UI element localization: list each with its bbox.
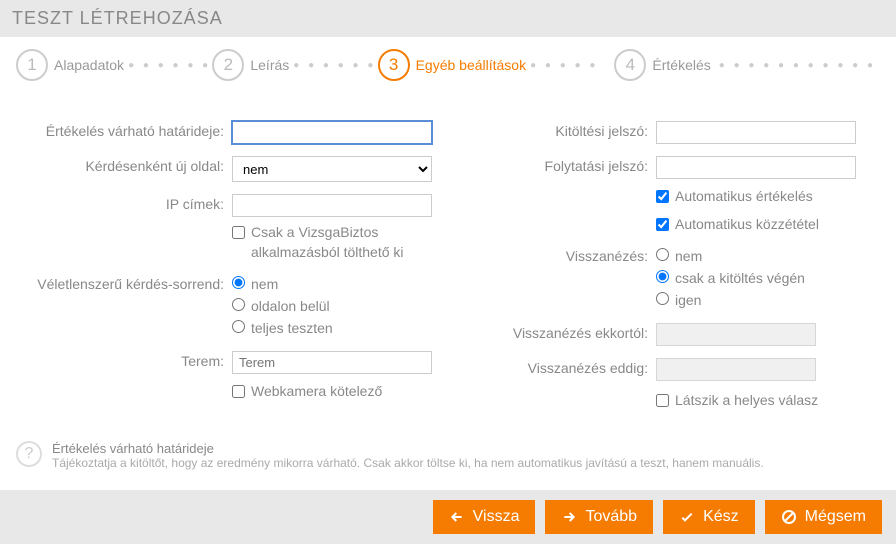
done-button[interactable]: Kész	[663, 500, 755, 534]
step-dots: ● ● ● ● ● ● ● ● ● ● ● ●	[289, 60, 377, 71]
random-radio-oldal[interactable]	[232, 298, 245, 311]
newpage-label: Kérdésenként új oldal:	[24, 156, 224, 174]
footer: Vissza Tovább Kész Mégsem	[0, 490, 896, 544]
arrow-right-icon	[561, 509, 577, 525]
lookback-opt-igen: igen	[675, 292, 701, 308]
step-dots: ● ● ● ● ●	[526, 60, 614, 71]
lookback-opt-nem: nem	[675, 248, 702, 264]
step-3-num: 3	[378, 49, 410, 81]
webcam-checkbox[interactable]	[232, 385, 245, 398]
lookback-radio-vegen[interactable]	[656, 270, 669, 283]
webcam-label: Webkamera kötelező	[251, 382, 382, 402]
password-label: Kitöltési jelszó:	[458, 121, 648, 139]
vizsgabiztos-label: Csak a VizsgaBiztos alkalmazásból tölthe…	[251, 223, 438, 262]
lookback-from-label: Visszanézés ekkortól:	[458, 323, 648, 341]
step-2-label: Leírás	[250, 57, 289, 73]
random-opt-teljes: teljes teszten	[251, 320, 333, 336]
form-area: Értékelés várható határideje: Kérdésenké…	[0, 93, 896, 431]
lookback-until-input	[656, 358, 816, 381]
continue-password-input[interactable]	[656, 156, 856, 179]
step-4-num: 4	[614, 49, 646, 81]
help-icon: ?	[16, 441, 42, 467]
cancel-button-label: Mégsem	[805, 508, 866, 526]
right-column: Kitöltési jelszó: Folytatási jelszó: Aut…	[458, 121, 872, 411]
lookback-radio-igen[interactable]	[656, 292, 669, 305]
step-dots: ● ● ● ● ● ● ● ● ●	[124, 60, 212, 71]
help-title: Értékelés várható határideje	[52, 441, 764, 456]
wizard-steps: 1 Alapadatok ● ● ● ● ● ● ● ● ● 2 Leírás …	[0, 37, 896, 93]
step-3[interactable]: 3 Egyéb beállítások	[378, 49, 527, 81]
step-2-num: 2	[212, 49, 244, 81]
random-radio-teljes[interactable]	[232, 320, 245, 333]
random-radio-group: nem oldalon belül teljes teszten	[232, 274, 438, 339]
newpage-select[interactable]: nem	[232, 156, 432, 182]
step-1-label: Alapadatok	[54, 57, 124, 73]
show-correct-checkbox[interactable]	[656, 394, 669, 407]
next-button-label: Tovább	[585, 508, 637, 526]
back-button[interactable]: Vissza	[433, 500, 536, 534]
lookback-label: Visszanézés:	[458, 246, 648, 264]
random-opt-nem: nem	[251, 276, 278, 292]
room-label: Terem:	[24, 351, 224, 369]
room-input[interactable]	[232, 351, 432, 374]
lookback-from-input	[656, 323, 816, 346]
continue-password-label: Folytatási jelszó:	[458, 156, 648, 174]
help-box: ? Értékelés várható határideje Tájékozta…	[0, 431, 896, 490]
deadline-label: Értékelés várható határideje:	[24, 121, 224, 139]
cancel-icon	[781, 509, 797, 525]
ip-label: IP címek:	[24, 194, 224, 212]
page-title: TESZT LÉTREHOZÁSA	[0, 0, 896, 37]
step-dots: ● ● ● ● ● ● ● ● ● ● ●	[711, 60, 880, 71]
arrow-left-icon	[449, 509, 465, 525]
vizsgabiztos-checkbox[interactable]	[232, 226, 245, 239]
check-icon	[679, 509, 695, 525]
step-1-num: 1	[16, 49, 48, 81]
step-4-label: Értékelés	[652, 57, 710, 73]
left-column: Értékelés várható határideje: Kérdésenké…	[24, 121, 438, 411]
lookback-opt-vegen: csak a kitöltés végén	[675, 270, 805, 286]
lookback-radio-nem[interactable]	[656, 248, 669, 261]
lookback-radio-group: nem csak a kitöltés végén igen	[656, 246, 872, 311]
random-label: Véletlenszerű kérdés-sorrend:	[24, 274, 224, 292]
password-input[interactable]	[656, 121, 856, 144]
next-button[interactable]: Tovább	[545, 500, 653, 534]
random-opt-oldal: oldalon belül	[251, 298, 330, 314]
back-button-label: Vissza	[473, 508, 520, 526]
auto-eval-checkbox[interactable]	[656, 190, 669, 203]
cancel-button[interactable]: Mégsem	[765, 500, 882, 534]
step-4[interactable]: 4 Értékelés	[614, 49, 710, 81]
help-text: Tájékoztatja a kitöltőt, hogy az eredmén…	[52, 456, 764, 470]
auto-publish-label: Automatikus közzététel	[675, 215, 819, 235]
random-radio-nem[interactable]	[232, 276, 245, 289]
auto-eval-label: Automatikus értékelés	[675, 187, 813, 207]
step-1[interactable]: 1 Alapadatok	[16, 49, 124, 81]
auto-publish-checkbox[interactable]	[656, 218, 669, 231]
ip-input[interactable]	[232, 194, 432, 217]
done-button-label: Kész	[703, 508, 739, 526]
lookback-until-label: Visszanézés eddig:	[458, 358, 648, 376]
show-correct-label: Látszik a helyes válasz	[675, 391, 818, 411]
deadline-input[interactable]	[232, 121, 432, 144]
step-3-label: Egyéb beállítások	[416, 57, 527, 73]
step-2[interactable]: 2 Leírás	[212, 49, 289, 81]
